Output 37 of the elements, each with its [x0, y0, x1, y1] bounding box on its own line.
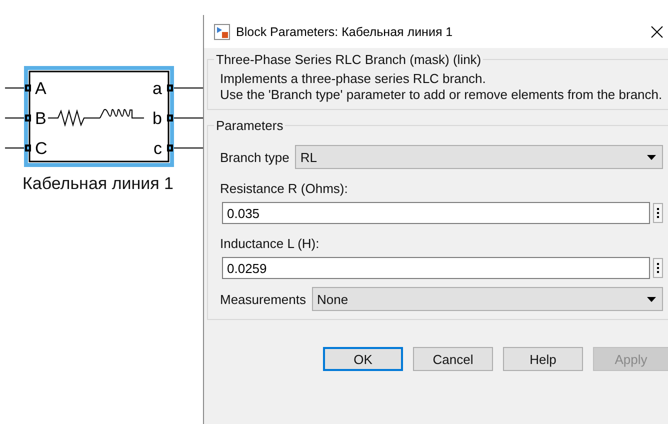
port-icon	[25, 114, 31, 122]
dropdown[interactable]: None	[312, 287, 663, 311]
port-icon	[25, 144, 31, 152]
group-title: Parameters	[215, 118, 284, 133]
group-title: Three-Phase Series RLC Branch (mask) (link)	[215, 52, 482, 67]
window-title: Block Parameters: Кабельная линия 1	[236, 24, 454, 38]
app-icon	[214, 24, 230, 40]
input-field[interactable]: 0.035	[222, 202, 650, 224]
port-icon	[25, 84, 31, 92]
dialog-button[interactable]: Cancel	[413, 347, 493, 371]
dropdown[interactable]: RL	[295, 145, 663, 169]
resistor-icon	[48, 109, 100, 127]
port-icon	[167, 84, 173, 92]
more-button[interactable]	[653, 258, 663, 278]
port-label: B	[35, 109, 46, 128]
port-label: b	[152, 109, 162, 128]
dialog-button[interactable]: OK	[323, 347, 403, 371]
port-label: C	[35, 139, 48, 158]
block-label: Кабельная линия 1	[21, 174, 175, 194]
inductor-icon	[100, 108, 144, 118]
description-text: Use the 'Branch type' parameter to add or remove elements from the branch.	[220, 87, 664, 103]
field-label: Branch type	[220, 150, 290, 164]
dialog-button[interactable]: Help	[503, 347, 583, 371]
input-field[interactable]: 0.0259	[222, 257, 650, 279]
field-label: Resistance R (Ohms):	[220, 181, 348, 196]
port-icon	[167, 114, 173, 122]
caret-icon	[647, 296, 656, 302]
port-label: A	[35, 79, 46, 98]
port-icon	[167, 144, 173, 152]
description-text: Implements a three-phase series RLC branch.	[220, 71, 487, 87]
more-button[interactable]	[653, 203, 663, 223]
close-icon[interactable]	[651, 26, 663, 38]
caret-icon	[647, 154, 656, 160]
field-label: Measurements	[220, 292, 306, 306]
field-label: Inductance L (H):	[220, 236, 320, 251]
port-label: c	[154, 139, 162, 158]
port-label: a	[152, 79, 162, 98]
